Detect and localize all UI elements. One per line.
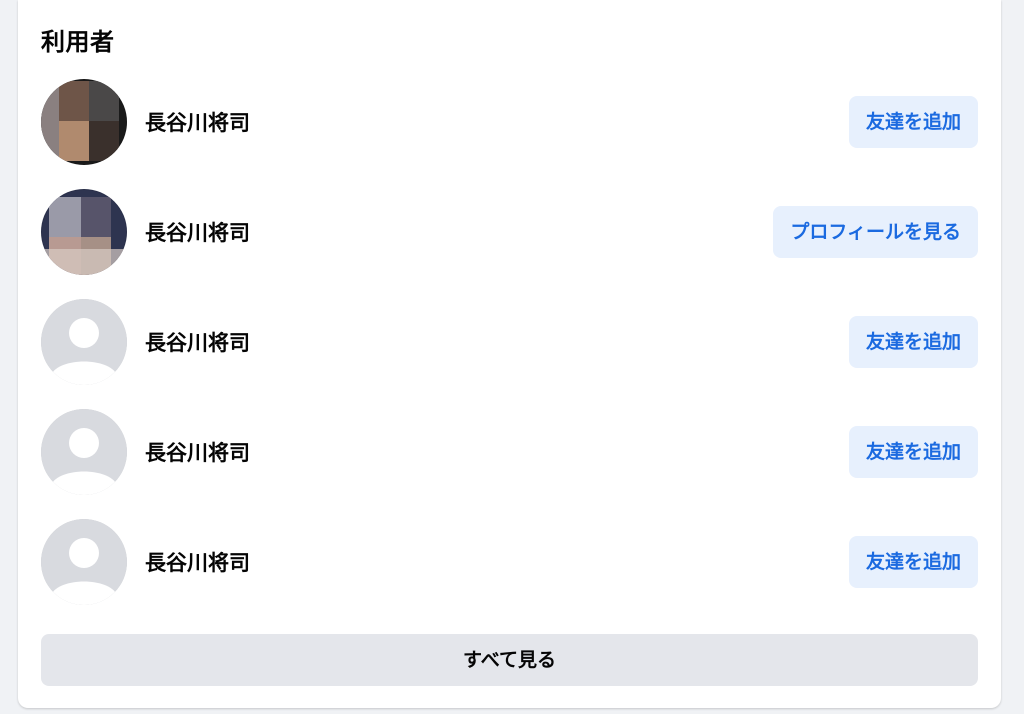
user-name[interactable]: 長谷川将司 (145, 327, 250, 357)
user-name[interactable]: 長谷川将司 (145, 437, 250, 467)
section-title: 利用者 (41, 28, 115, 56)
user-avatar-photo[interactable] (41, 189, 127, 275)
user-row: 長谷川将司 友達を追加 (41, 519, 978, 607)
user-row: 長谷川将司 友達を追加 (41, 79, 978, 167)
add-friend-button[interactable]: 友達を追加 (848, 96, 978, 148)
add-friend-button[interactable]: 友達を追加 (848, 536, 978, 588)
user-avatar-photo[interactable] (41, 79, 127, 165)
user-row: 長谷川将司 プロフィールを見る (41, 189, 978, 277)
user-name[interactable]: 長谷川将司 (145, 107, 250, 137)
add-friend-button[interactable]: 友達を追加 (848, 426, 978, 478)
default-avatar-icon[interactable] (41, 519, 127, 605)
see-all-button[interactable]: すべて見る (41, 634, 978, 686)
user-row: 長谷川将司 友達を追加 (41, 299, 978, 387)
user-name[interactable]: 長谷川将司 (145, 217, 250, 247)
users-card: 利用者 長谷川将司 友達を追加 長谷川将司 プロフィールを見る 長谷川将司 友達… (18, 0, 1001, 708)
user-name[interactable]: 長谷川将司 (145, 547, 250, 577)
add-friend-button[interactable]: 友達を追加 (848, 316, 978, 368)
default-avatar-icon[interactable] (41, 409, 127, 495)
view-profile-button[interactable]: プロフィールを見る (773, 206, 978, 258)
user-row: 長谷川将司 友達を追加 (41, 409, 978, 497)
default-avatar-icon[interactable] (41, 299, 127, 385)
